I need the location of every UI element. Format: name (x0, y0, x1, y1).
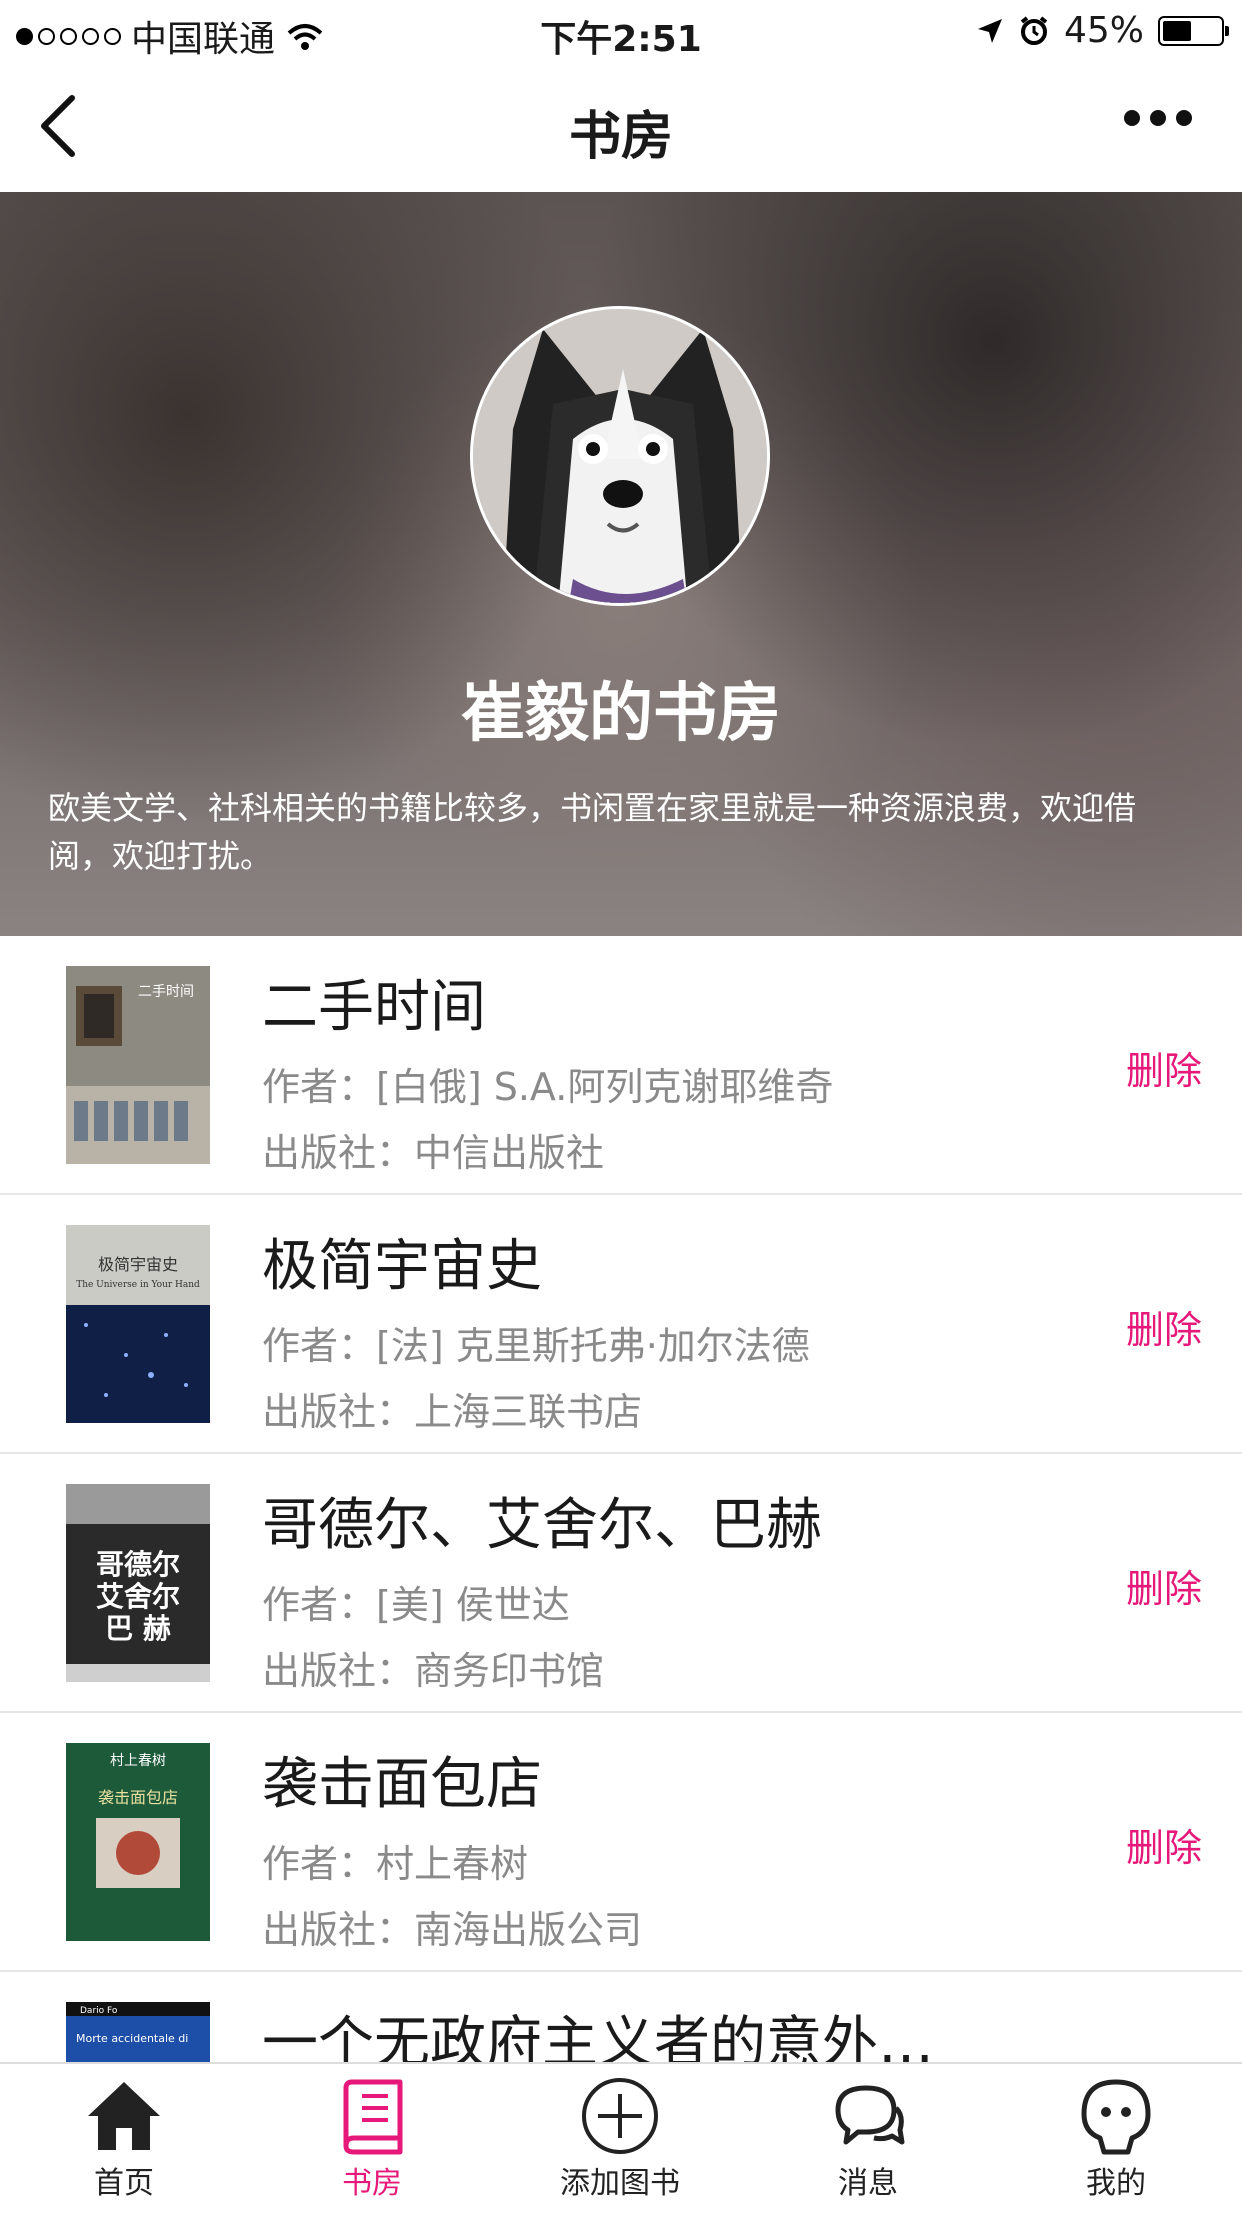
svg-text:艾舍尔: 艾舍尔 (96, 1580, 180, 1613)
svg-text:The Universe in Your Hand: The Universe in Your Hand (76, 1280, 200, 1290)
navigation-bar: 书房 (0, 62, 1242, 192)
book-title: 极简宇宙史 (262, 1234, 542, 1299)
status-bar: 中国联通 下午2:51 45% (0, 0, 1242, 62)
svg-text:巴 赫: 巴 赫 (105, 1612, 171, 1645)
svg-text:二手时间: 二手时间 (138, 984, 194, 1000)
book-cover: Dario Fo Morte accidentale di (66, 2002, 210, 2062)
tab-bar: 首页 书房 添加图书 消息 我的 (0, 2062, 1242, 2210)
study-description: 欧美文学、社科相关的书籍比较多，书闲置在家里就是一种资源浪费，欢迎借阅，欢迎打扰… (48, 789, 1137, 875)
book-publisher: 出版社：商务印书馆 (262, 1649, 605, 1693)
tab-add-book[interactable]: 添加图书 (496, 2076, 744, 2202)
tab-home[interactable]: 首页 (0, 2076, 248, 2202)
battery-icon (1158, 15, 1229, 46)
battery-percent: 45% (1063, 10, 1144, 51)
study-name: 崔毅的书房 (461, 677, 781, 751)
delete-button[interactable]: 删除 (1126, 1040, 1202, 1095)
book-title: 袭击面包店 (262, 1752, 542, 1817)
profile-icon (1081, 2079, 1151, 2155)
book-publisher: 出版社：上海三联书店 (262, 1390, 643, 1434)
delete-button[interactable]: 删除 (1126, 1817, 1202, 1872)
status-right: 45% (976, 10, 1229, 51)
svg-text:Morte accidentale di: Morte accidentale di (76, 2032, 188, 2045)
book-title: 二手时间 (262, 975, 486, 1040)
avatar[interactable] (470, 306, 770, 606)
book-publisher: 出版社：中信出版社 (262, 1131, 605, 1175)
tab-study[interactable]: 书房 (248, 2076, 496, 2202)
book-author: 作者：[白俄] S.A.阿列克谢耶维奇 (262, 1065, 834, 1109)
page-title: 书房 (568, 107, 673, 167)
book-title: 哥德尔、艾舍尔、巴赫 (262, 1493, 822, 1558)
book-cover: 二手时间 (66, 966, 210, 1164)
svg-text:极简宇宙史: 极简宇宙史 (98, 1255, 178, 1274)
book-row[interactable]: 哥德尔 艾舍尔 巴 赫 哥德尔、艾舍尔、巴赫 作者：[美] 侯世达 出版社：商务… (0, 1454, 1242, 1713)
home-icon (88, 2082, 160, 2150)
delete-button[interactable]: 删除 (1126, 1558, 1202, 1613)
book-icon (343, 2079, 403, 2155)
book-author: 作者：[美] 侯世达 (262, 1583, 570, 1627)
chat-icon (835, 2085, 905, 2145)
location-arrow-icon (977, 18, 1002, 43)
delete-button[interactable]: 删除 (1126, 1299, 1202, 1354)
book-row[interactable]: 村上春树 袭击面包店 袭击面包店 作者：村上春树 出版社：南海出版公司 删除 (0, 1713, 1242, 1972)
tab-label: 消息 (838, 2166, 898, 2201)
book-row[interactable]: 极简宇宙史 The Universe in Your Hand 极简宇宙史 作者… (0, 1195, 1242, 1454)
profile-header: 崔毅的书房 欧美文学、社科相关的书籍比较多，书闲置在家里就是一种资源浪费，欢迎借… (0, 192, 1242, 936)
book-list: 二手时间 二手时间 作者：[白俄] S.A.阿列克谢耶维奇 出版社：中信出版社 … (0, 936, 1242, 2231)
tab-messages[interactable]: 消息 (744, 2076, 992, 2202)
book-cover: 极简宇宙史 The Universe in Your Hand (66, 1225, 210, 1423)
svg-text:袭击面包店: 袭击面包店 (98, 1788, 178, 1807)
book-publisher: 出版社：南海出版公司 (262, 1908, 643, 1952)
add-circle-icon (582, 2078, 658, 2154)
svg-text:Dario Fo: Dario Fo (80, 2006, 118, 2016)
tab-label: 添加图书 (560, 2166, 680, 2201)
tab-mine[interactable]: 我的 (992, 2076, 1240, 2202)
svg-text:村上春树: 村上春树 (110, 1753, 166, 1769)
husky-avatar-image (473, 309, 767, 603)
book-cover: 哥德尔 艾舍尔 巴 赫 (66, 1484, 210, 1682)
book-cover: 村上春树 袭击面包店 (66, 1743, 210, 1941)
book-author: 作者：[法] 克里斯托弗·加尔法德 (262, 1324, 810, 1368)
tab-label: 我的 (1086, 2166, 1146, 2201)
book-author: 作者：村上春树 (262, 1842, 529, 1886)
svg-text:哥德尔: 哥德尔 (96, 1548, 180, 1581)
more-options-icon[interactable] (1124, 110, 1192, 126)
tab-label: 首页 (94, 2166, 154, 2201)
tab-label: 书房 (342, 2166, 402, 2201)
book-row[interactable]: 二手时间 二手时间 作者：[白俄] S.A.阿列克谢耶维奇 出版社：中信出版社 … (0, 936, 1242, 1195)
alarm-icon (1020, 15, 1048, 45)
